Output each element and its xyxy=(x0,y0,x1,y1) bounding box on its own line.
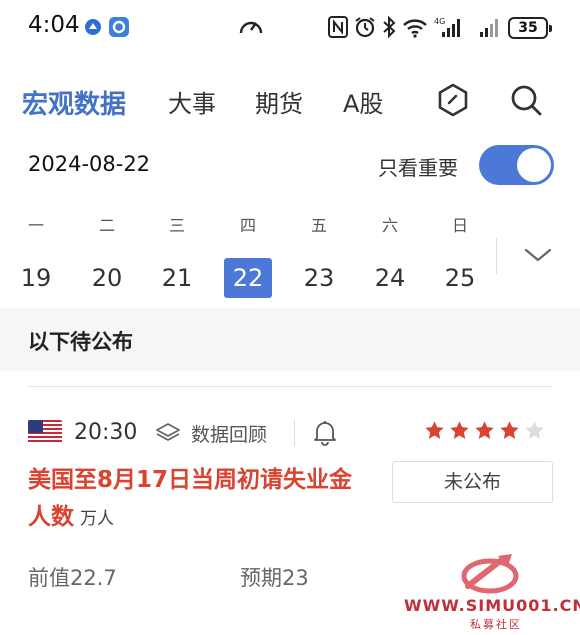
current-date[interactable]: 2024-08-22 xyxy=(28,152,150,176)
watermark-logo xyxy=(458,552,522,594)
tab-a-shares[interactable]: A股 xyxy=(343,84,383,119)
weekday-sat: 六 xyxy=(381,216,398,235)
weekday-sun: 日 xyxy=(451,216,468,235)
tab-big-events[interactable]: 大事 xyxy=(168,84,216,119)
bluetooth-icon xyxy=(382,15,396,39)
toggle-knob xyxy=(517,148,551,182)
day-22-selected[interactable]: 22 xyxy=(224,258,272,298)
data-review-label: 数据回顾 xyxy=(191,423,268,446)
star-filled-icon xyxy=(425,421,444,439)
event-unit: 万人 xyxy=(80,509,114,529)
app-icon xyxy=(84,15,102,39)
day-21[interactable]: 21 xyxy=(153,258,201,298)
speed-icon xyxy=(238,15,264,39)
svg-text:4G: 4G xyxy=(434,17,445,26)
bell-icon[interactable] xyxy=(312,418,338,446)
browser-icon xyxy=(108,15,130,39)
tab-futures[interactable]: 期货 xyxy=(255,84,303,119)
day-20[interactable]: 20 xyxy=(83,258,131,298)
chevron-down-icon[interactable] xyxy=(522,244,554,266)
day-24[interactable]: 24 xyxy=(366,258,414,298)
weekday-thu: 四 xyxy=(239,216,256,235)
signal-icon xyxy=(476,15,502,39)
data-review-button[interactable]: 数据回顾 xyxy=(155,420,267,446)
battery-icon: 35 xyxy=(508,17,552,39)
weekday-wed: 三 xyxy=(168,216,185,235)
expected-value: 预期23 xyxy=(240,566,309,590)
layers-icon xyxy=(155,421,181,445)
day-19[interactable]: 19 xyxy=(12,258,60,298)
important-only-label: 只看重要 xyxy=(378,156,458,180)
nfc-icon xyxy=(328,15,348,39)
event-title-block[interactable]: 美国至8月17日当周初请失业金人数 万人 xyxy=(28,462,368,538)
important-only-toggle[interactable] xyxy=(479,145,554,185)
watermark-subtitle: 私募社区 xyxy=(470,618,522,631)
star-filled-icon xyxy=(450,421,469,439)
weekday-tue: 二 xyxy=(98,216,115,235)
importance-stars xyxy=(424,420,545,441)
star-empty-icon xyxy=(525,421,544,439)
day-23[interactable]: 23 xyxy=(295,258,343,298)
pending-section-title: 以下待公布 xyxy=(28,330,133,354)
status-time: 4:04 xyxy=(28,12,80,38)
battery-level: 35 xyxy=(518,20,538,36)
week-divider xyxy=(496,238,497,274)
vertical-divider xyxy=(294,420,295,446)
day-25[interactable]: 25 xyxy=(436,258,484,298)
previous-value: 前值22.7 xyxy=(28,566,117,590)
tab-macro-data[interactable]: 宏观数据 xyxy=(22,84,126,121)
divider xyxy=(28,386,553,387)
status-bar: 4:04 4G 35 xyxy=(0,0,580,56)
star-filled-icon xyxy=(500,421,519,439)
hexagon-icon[interactable] xyxy=(435,82,471,118)
star-filled-icon xyxy=(475,421,494,439)
watermark-url: WWW.SIMU001.CN xyxy=(404,596,580,615)
alarm-icon xyxy=(354,15,376,39)
us-flag-icon xyxy=(28,420,62,444)
weekday-fri: 五 xyxy=(310,216,327,235)
search-icon[interactable] xyxy=(508,82,544,118)
weekday-mon: 一 xyxy=(27,216,44,235)
wifi-icon xyxy=(400,15,430,39)
release-status-button[interactable]: 未公布 xyxy=(392,461,553,503)
event-title: 美国至8月17日当周初请失业金人数 xyxy=(28,467,353,530)
event-time: 20:30 xyxy=(74,420,138,445)
signal-4g-icon: 4G xyxy=(434,15,464,39)
